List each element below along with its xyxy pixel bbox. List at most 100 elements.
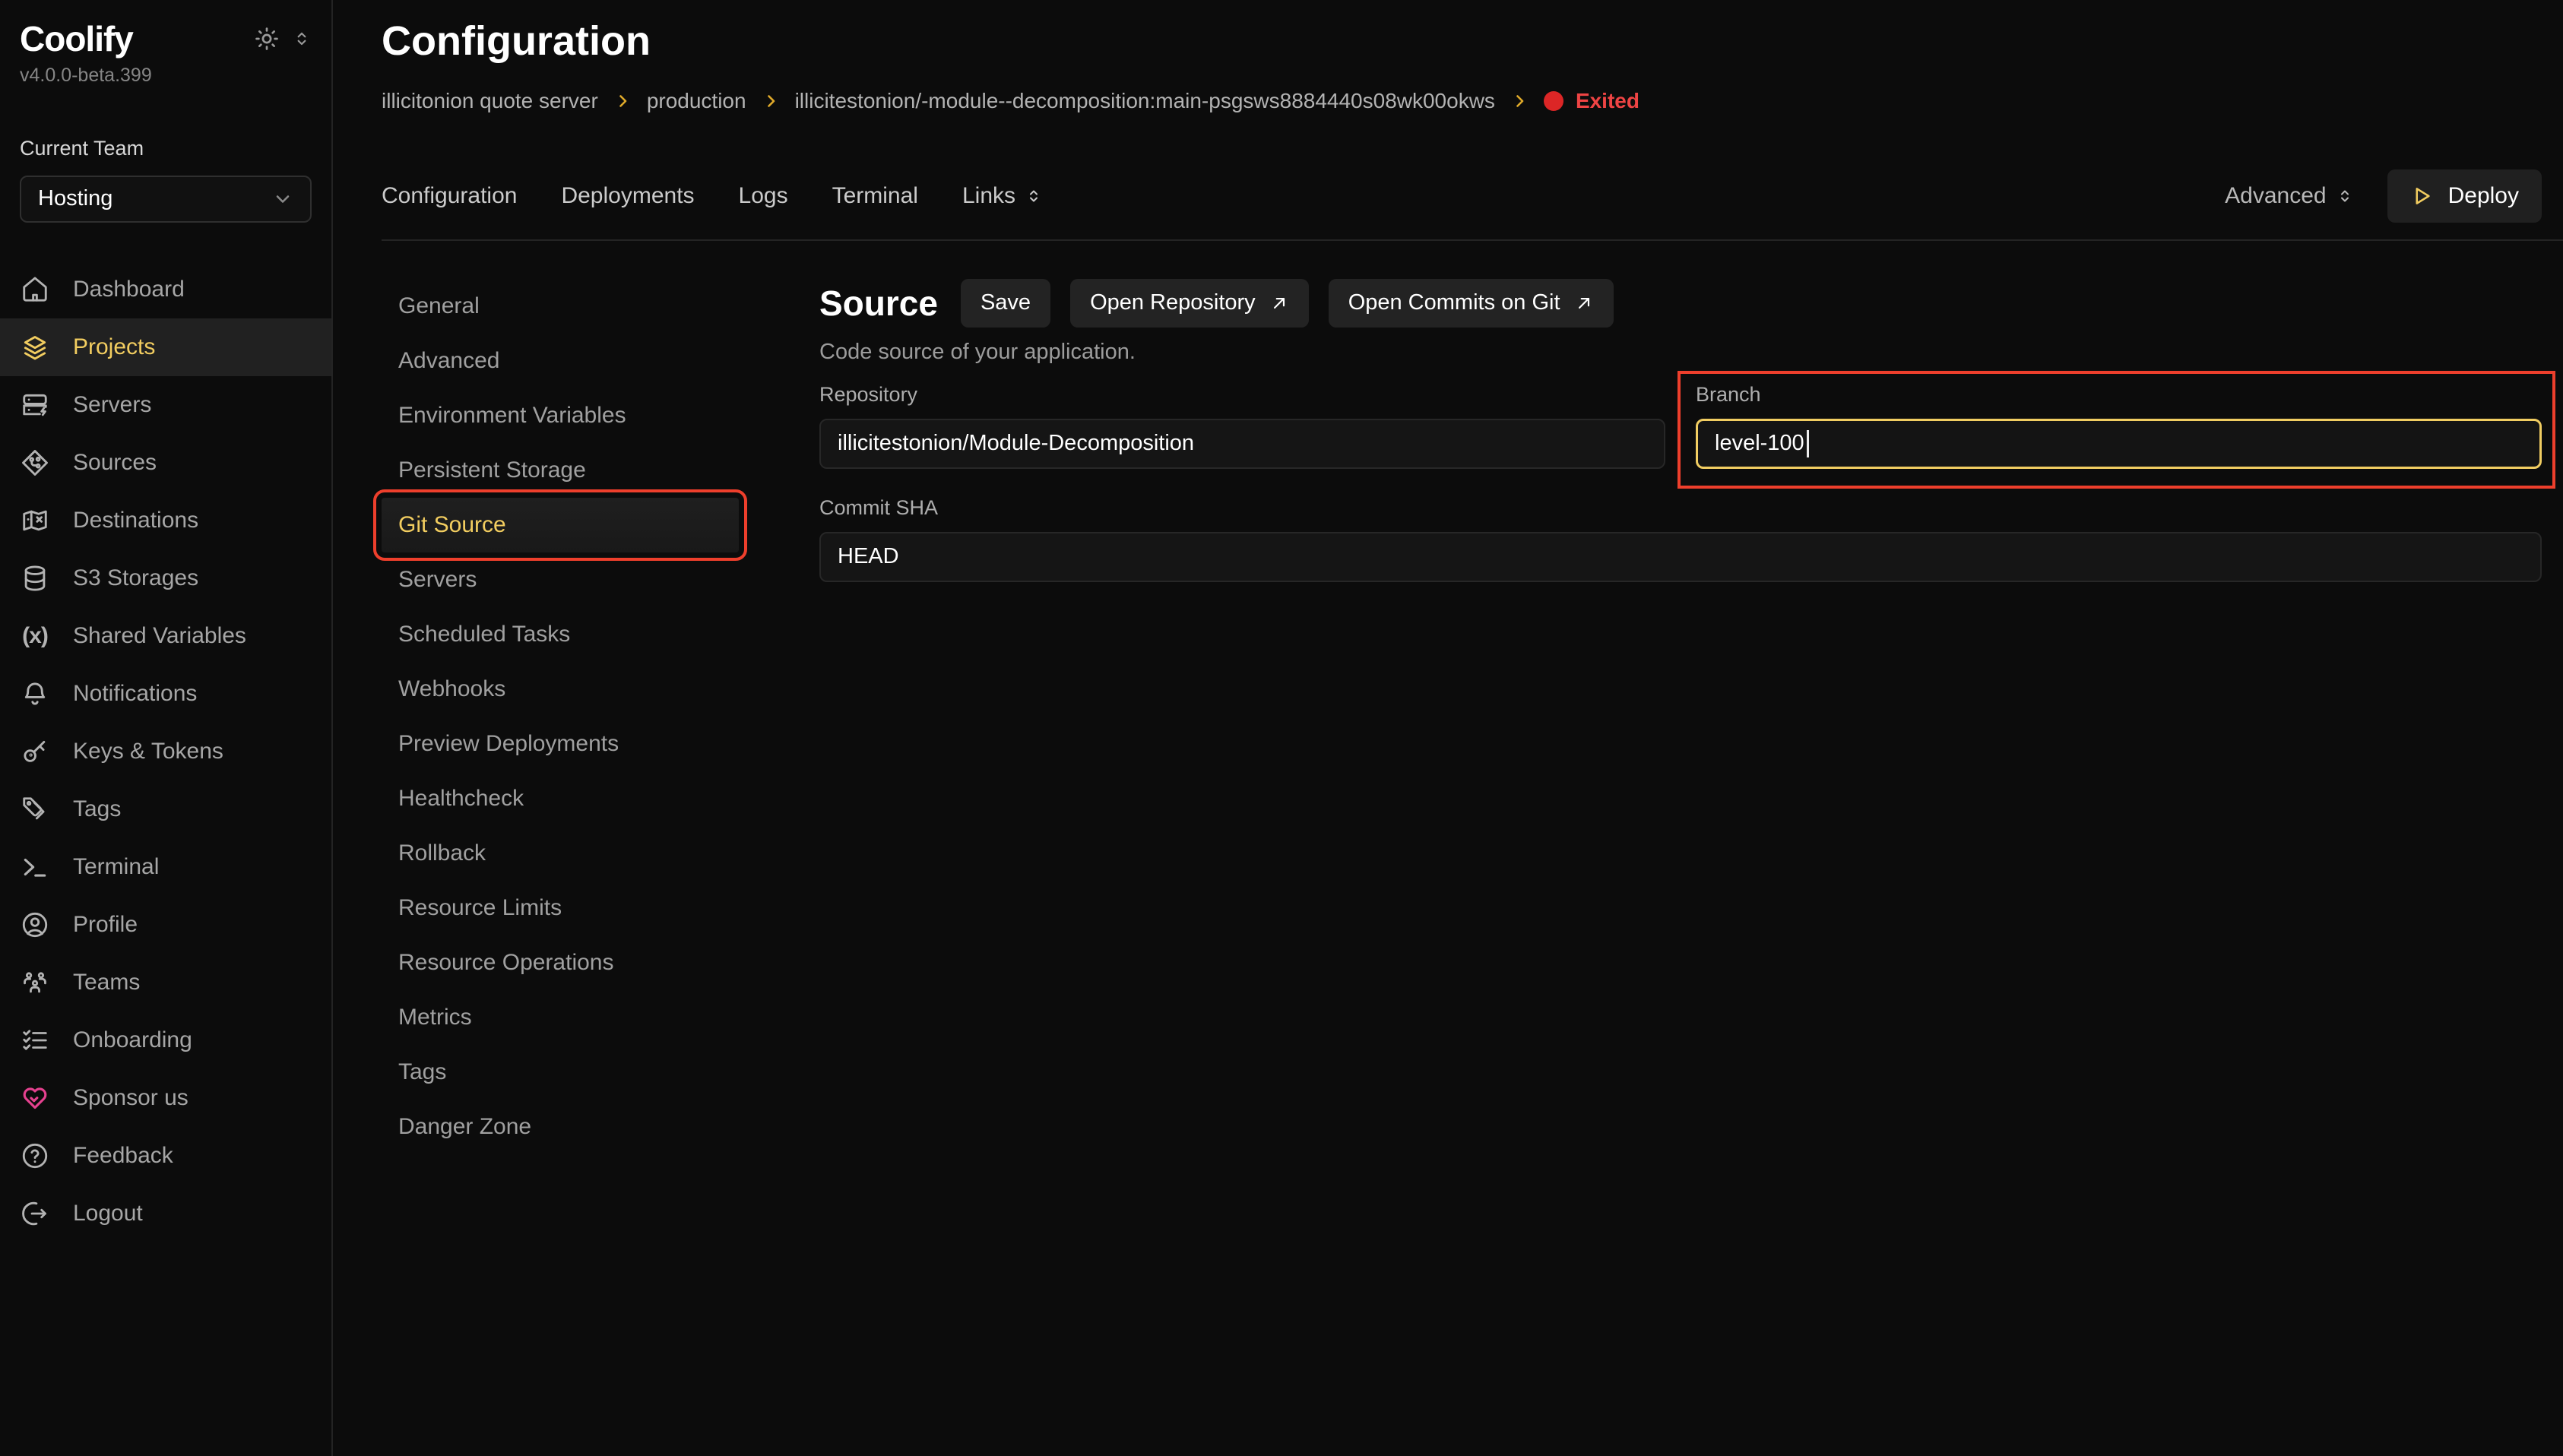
logout-icon [20,1198,50,1229]
checklist-icon [20,1025,50,1056]
sidebar-item-label: Shared Variables [73,623,246,649]
sidebar-item-label: S3 Storages [73,565,198,591]
sidebar-item-sources[interactable]: Sources [0,434,331,492]
subnav-item-environment-variables[interactable]: Environment Variables [382,388,739,443]
tab-configuration[interactable]: Configuration [382,183,517,209]
theme-toggle-sun-icon[interactable] [254,26,280,52]
subnav-item-resource-operations[interactable]: Resource Operations [382,935,739,990]
subnav-item-scheduled-tasks[interactable]: Scheduled Tasks [382,607,739,662]
chevrons-up-down-icon [1025,187,1043,205]
status-dot-icon [1544,91,1563,111]
database-icon [20,563,50,593]
commit-sha-value: HEAD [838,544,899,569]
sidebar-item-teams[interactable]: Teams [0,954,331,1011]
subnav-item-preview-deployments[interactable]: Preview Deployments [382,717,739,771]
tab-label: Configuration [382,183,517,209]
subnav-item-advanced[interactable]: Advanced [382,334,739,388]
sidebar-item-label: Profile [73,912,138,938]
help-circle-icon [20,1141,50,1171]
sidebar-item-sponsor-us[interactable]: Sponsor us [0,1069,331,1127]
sidebar-item-feedback[interactable]: Feedback [0,1127,331,1185]
breadcrumb-project[interactable]: illicitonion quote server [382,89,598,113]
sidebar-item-projects[interactable]: Projects [0,318,331,376]
team-select-value: Hosting [38,186,112,211]
sidebar-item-label: Onboarding [73,1027,192,1053]
open-repository-button[interactable]: Open Repository [1070,279,1309,328]
variable-icon: (x) [20,621,50,651]
sidebar-item-s3-storages[interactable]: S3 Storages [0,549,331,607]
sidebar-item-servers[interactable]: Servers [0,376,331,434]
subnav-item-rollback[interactable]: Rollback [382,826,739,881]
sidebar-item-terminal[interactable]: Terminal [0,838,331,896]
subnav-item-servers[interactable]: Servers [382,552,739,607]
subnav-item-tags[interactable]: Tags [382,1045,739,1100]
branch-input[interactable]: level-100 [1696,419,2542,469]
advanced-toggle[interactable]: Advanced [2225,183,2353,209]
sidebar-item-destinations[interactable]: Destinations [0,492,331,549]
sidebar-item-profile[interactable]: Profile [0,896,331,954]
server-icon [20,390,50,420]
tab-deployments[interactable]: Deployments [561,183,694,209]
commit-sha-label: Commit SHA [819,496,2542,520]
sidebar-item-label: Sources [73,450,157,476]
breadcrumb: illicitonion quote server production ill… [382,89,2563,113]
tags-icon [20,794,50,825]
subnav-item-persistent-storage[interactable]: Persistent Storage [382,443,739,498]
sidebar-item-dashboard[interactable]: Dashboard [0,261,331,318]
status-label: Exited [1576,89,1639,113]
sidebar-item-label: Tags [73,796,121,822]
repository-input[interactable]: illicitestonion/Module-Decomposition [819,419,1665,469]
sidebar-item-logout[interactable]: Logout [0,1185,331,1242]
subnav-item-resource-limits[interactable]: Resource Limits [382,881,739,935]
subnav-item-git-source[interactable]: Git Source [382,498,739,552]
repository-field: Repository illicitestonion/Module-Decomp… [819,383,1665,469]
team-select[interactable]: Hosting [20,176,312,223]
tab-label: Logs [739,183,788,209]
subnav-item-danger-zone[interactable]: Danger Zone [382,1100,739,1154]
sidebar-item-label: Projects [73,334,155,360]
chevron-down-icon [272,188,293,210]
tab-bar: Configuration Deployments Logs Terminal … [382,169,2563,223]
app-root: Coolify v4.0.0-beta [0,0,2563,1456]
sidebar-item-label: Destinations [73,508,198,533]
deploy-button[interactable]: Deploy [2387,169,2542,223]
repository-label: Repository [819,383,1665,407]
open-commits-label: Open Commits on Git [1348,290,1560,315]
sidebar-nav: Dashboard Projects Servers Sources [0,261,331,1242]
tab-terminal[interactable]: Terminal [832,183,918,209]
chevrons-up-down-icon [2336,187,2354,205]
subnav-item-healthcheck[interactable]: Healthcheck [382,771,739,826]
repository-value: illicitestonion/Module-Decomposition [838,431,1194,456]
terminal-icon [20,852,50,882]
branch-value: level-100 [1715,431,1804,456]
sidebar-item-shared-variables[interactable]: (x) Shared Variables [0,607,331,665]
save-button[interactable]: Save [961,279,1050,328]
tab-logs[interactable]: Logs [739,183,788,209]
open-commits-button[interactable]: Open Commits on Git [1329,279,1614,328]
subnav-item-general[interactable]: General [382,279,739,334]
layers-icon [20,332,50,362]
chevron-right-icon [613,92,632,110]
subnav-item-webhooks[interactable]: Webhooks [382,662,739,717]
branch-field: Branch level-100 [1696,383,2542,469]
subnav-item-metrics[interactable]: Metrics [382,990,739,1045]
sidebar-item-keys-tokens[interactable]: Keys & Tokens [0,723,331,780]
tab-links[interactable]: Links [962,183,1043,209]
sidebar: Coolify v4.0.0-beta [0,0,333,1456]
map-icon [20,505,50,536]
sidebar-item-label: Notifications [73,681,197,707]
source-section: Source Save Open Repository Open Commits… [819,279,2563,1456]
breadcrumb-application[interactable]: illicitestonion/-module--decomposition:m… [795,89,1495,113]
breadcrumb-environment[interactable]: production [647,89,746,113]
sidebar-item-onboarding[interactable]: Onboarding [0,1011,331,1069]
save-label: Save [981,290,1031,315]
sidebar-item-tags[interactable]: Tags [0,780,331,838]
sidebar-item-label: Dashboard [73,277,185,302]
theme-selector-chevrons-icon[interactable] [292,29,312,49]
heart-icon [20,1083,50,1113]
deploy-label: Deploy [2448,183,2519,209]
sidebar-item-notifications[interactable]: Notifications [0,665,331,723]
sidebar-item-label: Logout [73,1201,143,1227]
app-version: v4.0.0-beta.399 [0,65,331,87]
commit-sha-input[interactable]: HEAD [819,532,2542,582]
